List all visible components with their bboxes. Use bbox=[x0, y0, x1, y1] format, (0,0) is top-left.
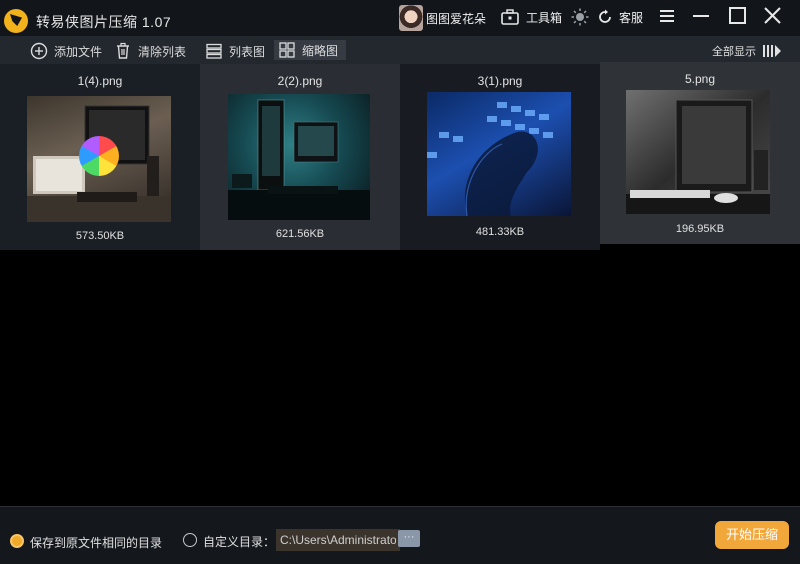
maximize-icon[interactable] bbox=[727, 6, 749, 26]
file-card[interactable]: 5.png 196.95KB bbox=[600, 62, 800, 244]
custom-dir-radio[interactable] bbox=[183, 533, 197, 547]
show-all-button[interactable]: 全部显示 bbox=[712, 43, 756, 59]
custom-dir-label[interactable]: 自定义目录： bbox=[203, 533, 275, 550]
thumbnail-view-label: 缩略图 bbox=[302, 43, 339, 58]
close-icon[interactable] bbox=[762, 6, 784, 26]
custom-dir-path-input[interactable] bbox=[276, 529, 400, 551]
image-thumbnail bbox=[27, 96, 171, 222]
app-title: 转易侠图片压缩 1.07 bbox=[36, 14, 172, 30]
toolbox-icon bbox=[501, 9, 519, 25]
footer-bar: 保存到原文件相同的目录 自定义目录： ··· 开始压缩 bbox=[0, 506, 800, 564]
thumbnail-grid: 1(4).png 573.50KB 2(2).png 621.56KB 3(1)… bbox=[0, 62, 800, 250]
browse-folder-button[interactable]: ··· bbox=[398, 530, 420, 547]
clear-list-button[interactable]: 清除列表 bbox=[114, 40, 186, 62]
image-thumbnail bbox=[427, 92, 571, 216]
start-compress-button[interactable]: 开始压缩 bbox=[715, 521, 789, 549]
menu-icon[interactable] bbox=[656, 6, 678, 26]
theme-toggle-sun-icon[interactable] bbox=[571, 8, 589, 26]
file-size: 621.56KB bbox=[275, 228, 325, 240]
loading-spinner-icon bbox=[79, 136, 119, 176]
add-files-label: 添加文件 bbox=[54, 44, 103, 59]
image-thumbnail bbox=[626, 90, 770, 214]
service-label: 客服 bbox=[619, 10, 644, 25]
file-name: 1(4).png bbox=[77, 74, 123, 88]
refresh-headset-icon bbox=[599, 9, 611, 23]
file-list-empty-area bbox=[0, 250, 800, 506]
image-thumbnail bbox=[228, 94, 370, 220]
file-card[interactable]: 3(1).png 481.33KB bbox=[400, 64, 600, 250]
file-name: 2(2).png bbox=[277, 74, 323, 88]
username[interactable]: 图图爱花朵 bbox=[426, 10, 486, 27]
toolbar: 添加文件 清除列表 列表图 缩略图 全部显示 bbox=[0, 36, 800, 64]
minimize-icon[interactable] bbox=[690, 6, 712, 26]
file-size: 481.33KB bbox=[475, 226, 525, 238]
list-view-button[interactable]: 列表图 bbox=[205, 40, 265, 62]
expand-panel-icon[interactable] bbox=[763, 44, 781, 58]
trash-icon bbox=[117, 42, 129, 59]
list-view-label: 列表图 bbox=[229, 44, 266, 59]
save-same-dir-label[interactable]: 保存到原文件相同的目录 bbox=[30, 534, 162, 551]
file-size: 573.50KB bbox=[75, 230, 125, 242]
plus-circle-icon bbox=[30, 42, 48, 60]
file-card[interactable]: 1(4).png 573.50KB bbox=[0, 64, 200, 250]
file-card[interactable]: 2(2).png 621.56KB bbox=[200, 64, 400, 250]
file-name: 3(1).png bbox=[477, 74, 523, 88]
clear-list-label: 清除列表 bbox=[138, 44, 187, 59]
thumbnail-view-button[interactable]: 缩略图 bbox=[274, 40, 347, 60]
add-files-button[interactable]: 添加文件 bbox=[30, 40, 102, 62]
app-logo-icon bbox=[4, 9, 28, 33]
user-avatar[interactable] bbox=[399, 5, 423, 31]
customer-service-button[interactable]: 客服 bbox=[597, 6, 643, 28]
toolbox-label: 工具箱 bbox=[526, 10, 563, 25]
toolbox-button[interactable]: 工具箱 bbox=[500, 6, 562, 28]
save-same-dir-radio[interactable] bbox=[10, 534, 24, 548]
file-size: 196.95KB bbox=[675, 223, 725, 235]
file-name: 5.png bbox=[684, 72, 716, 86]
list-view-icon bbox=[206, 43, 222, 59]
title-bar: 转易侠图片压缩 1.07 图图爱花朵 工具箱 客服 bbox=[0, 0, 800, 36]
grid-view-icon bbox=[279, 42, 295, 58]
